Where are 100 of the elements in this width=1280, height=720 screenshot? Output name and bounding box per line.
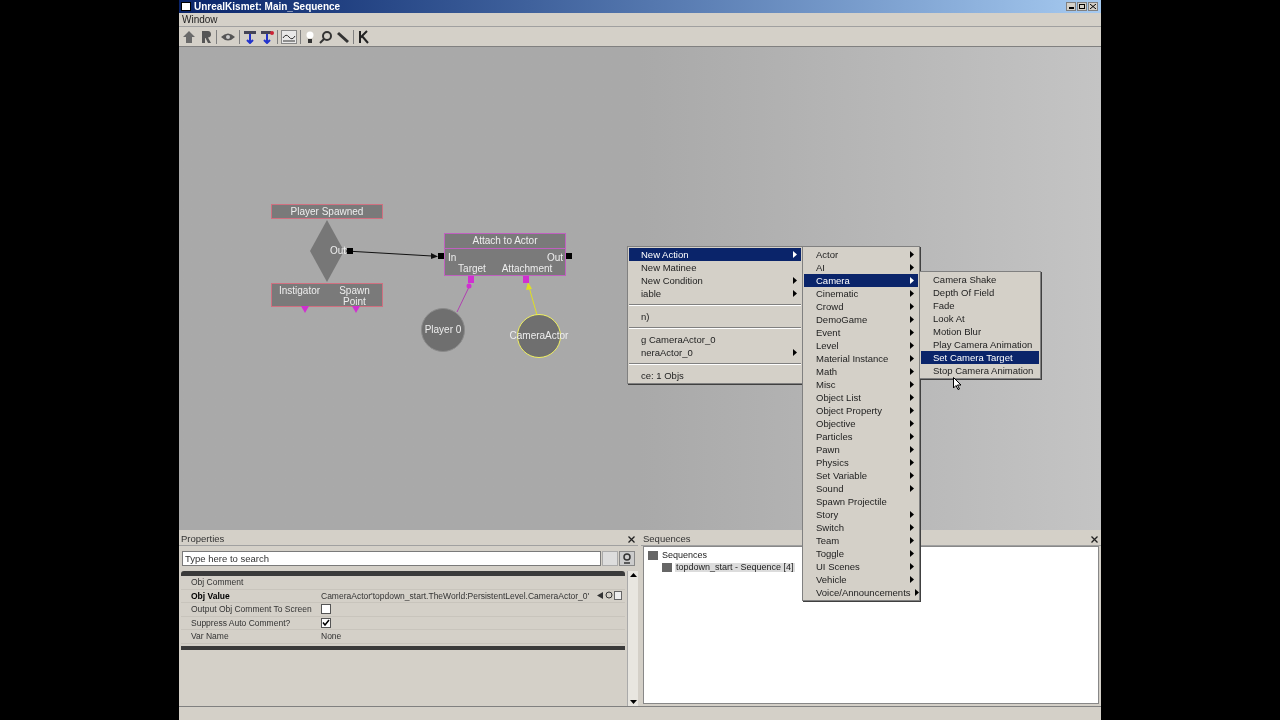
minimize-icon — [1068, 7, 1074, 9]
menu-item[interactable]: Stop Camera Animation — [921, 364, 1039, 377]
menu-item[interactable]: Motion Blur — [921, 325, 1039, 338]
menu-item[interactable]: Level — [804, 339, 918, 352]
menu-item[interactable]: Sound — [804, 482, 918, 495]
menu-item[interactable]: UI Scenes — [804, 560, 918, 573]
arrow-down-icon[interactable] — [260, 29, 274, 44]
arrow-left-icon[interactable] — [596, 591, 604, 601]
checkbox[interactable] — [321, 604, 331, 615]
menu-item[interactable]: Object List — [804, 391, 918, 404]
action-node-title: Attach to Actor — [445, 234, 565, 249]
mouse-cursor-icon — [953, 377, 962, 390]
menu-item[interactable]: Cinematic — [804, 287, 918, 300]
menu-item[interactable]: Vehicle — [804, 573, 918, 586]
variable-node[interactable] — [421, 308, 465, 352]
menu-item[interactable]: AI — [804, 261, 918, 274]
window-title: UnrealKismet: Main_Sequence — [194, 1, 341, 12]
menu-item[interactable]: DemoGame — [804, 313, 918, 326]
property-label: Obj Value — [190, 591, 231, 600]
property-label: Var Name — [190, 632, 230, 641]
menu-item[interactable]: Material Instance — [804, 352, 918, 365]
menu-item[interactable]: Voice/Announcements — [804, 586, 918, 599]
letter-icon[interactable] — [199, 29, 213, 44]
menu-item[interactable]: Objective — [804, 417, 918, 430]
menu-item[interactable]: Camera — [804, 274, 918, 287]
menu-item[interactable]: Toggle — [804, 547, 918, 560]
search-icon[interactable] — [605, 591, 613, 601]
menu-item[interactable]: Depth Of Field — [921, 286, 1039, 299]
scroll-down-icon[interactable] — [628, 697, 639, 706]
menu-item[interactable]: Math — [804, 365, 918, 378]
panel-title: Sequences — [643, 534, 691, 544]
menu-item[interactable]: n) — [629, 310, 801, 323]
property-label: Suppress Auto Comment? — [190, 618, 292, 627]
menu-item[interactable]: Spawn Projectile — [804, 495, 918, 508]
bulb-icon[interactable] — [304, 29, 316, 44]
search-field[interactable]: Type here to search — [182, 551, 601, 566]
input-connector[interactable] — [438, 253, 444, 259]
menu-item[interactable]: Object Property — [804, 404, 918, 417]
variable-label: Attachment — [501, 264, 553, 274]
search-button[interactable] — [619, 551, 635, 566]
menu-item[interactable]: Set Camera Target — [921, 351, 1039, 364]
tree-item[interactable]: Sequences — [661, 550, 709, 560]
input-label: In — [448, 253, 457, 263]
clear-icon[interactable] — [614, 591, 622, 601]
magnifier-icon[interactable] — [319, 29, 333, 44]
menu-item[interactable]: New Condition — [629, 274, 801, 287]
menu-item[interactable]: Camera Shake — [921, 273, 1039, 286]
close-icon — [1090, 4, 1096, 9]
action-node[interactable]: Attach to Actor In Out Target Attachment — [444, 233, 566, 276]
menu-item[interactable]: g CameraActor_0 — [629, 333, 801, 346]
menu-item[interactable]: New Action — [629, 248, 801, 261]
panel-title: Properties — [181, 534, 225, 544]
event-node-body[interactable]: Instigator Spawn Point — [271, 283, 383, 307]
close-icon — [1091, 535, 1098, 543]
close-button[interactable] — [1090, 534, 1099, 544]
letter-icon[interactable] — [357, 29, 371, 44]
home-icon[interactable] — [182, 29, 196, 44]
close-button[interactable] — [1088, 2, 1098, 11]
event-node-title[interactable]: Player Spawned — [271, 204, 383, 219]
link-wire — [526, 282, 538, 316]
scroll-up-icon[interactable] — [628, 571, 639, 580]
menu-item[interactable]: Set Variable — [804, 469, 918, 482]
maximize-button[interactable] — [1077, 2, 1087, 11]
menu-item[interactable]: Particles — [804, 430, 918, 443]
submenu-arrow-icon — [793, 251, 797, 258]
window-icon — [181, 2, 191, 11]
wave-icon[interactable] — [281, 29, 297, 44]
submenu-arrow-icon — [793, 349, 797, 356]
scroll-bar[interactable] — [627, 571, 638, 706]
menu-item[interactable]: Actor — [804, 248, 918, 261]
output-connector[interactable] — [347, 248, 354, 254]
menu-item[interactable]: Team — [804, 534, 918, 547]
arrow-down-icon[interactable] — [243, 29, 257, 44]
menu-item[interactable]: Physics — [804, 456, 918, 469]
menu-item[interactable]: Fade — [921, 299, 1039, 312]
link-wire — [456, 283, 472, 313]
menu-item[interactable]: Look At — [921, 312, 1039, 325]
menu-item[interactable]: neraActor_0 — [629, 346, 801, 359]
menu-item[interactable]: ce: 1 Objs — [629, 369, 801, 382]
property-value: CameraActor'topdown_start.TheWorld:PersistentLevel.CameraActor_0' — [321, 591, 591, 600]
menu-item[interactable]: Misc — [804, 378, 918, 391]
property-value: None — [321, 632, 343, 641]
variable-label: Instigator — [277, 285, 322, 296]
menu-item[interactable]: Crowd — [804, 300, 918, 313]
tree-item[interactable]: topdown_start - Sequence [4] — [675, 562, 795, 572]
menu-item[interactable]: Story — [804, 508, 918, 521]
variable-label: Target — [458, 264, 486, 274]
variable-label: Spawn Point — [338, 285, 371, 307]
checkbox[interactable] — [321, 617, 331, 628]
menu-item[interactable]: Window — [181, 14, 219, 25]
menu-item[interactable]: New Matinee — [629, 261, 801, 274]
search-icon — [622, 553, 632, 564]
minimize-button[interactable] — [1066, 2, 1076, 11]
close-button[interactable] — [627, 534, 636, 544]
menu-item[interactable]: Play Camera Animation — [921, 338, 1039, 351]
property-label: Output Obj Comment To Screen — [190, 605, 313, 614]
menu-item[interactable]: Pawn — [804, 443, 918, 456]
menu-item[interactable]: iable — [629, 287, 801, 300]
property-label: Obj Comment — [190, 578, 245, 587]
menu-item[interactable]: Event — [804, 326, 918, 339]
